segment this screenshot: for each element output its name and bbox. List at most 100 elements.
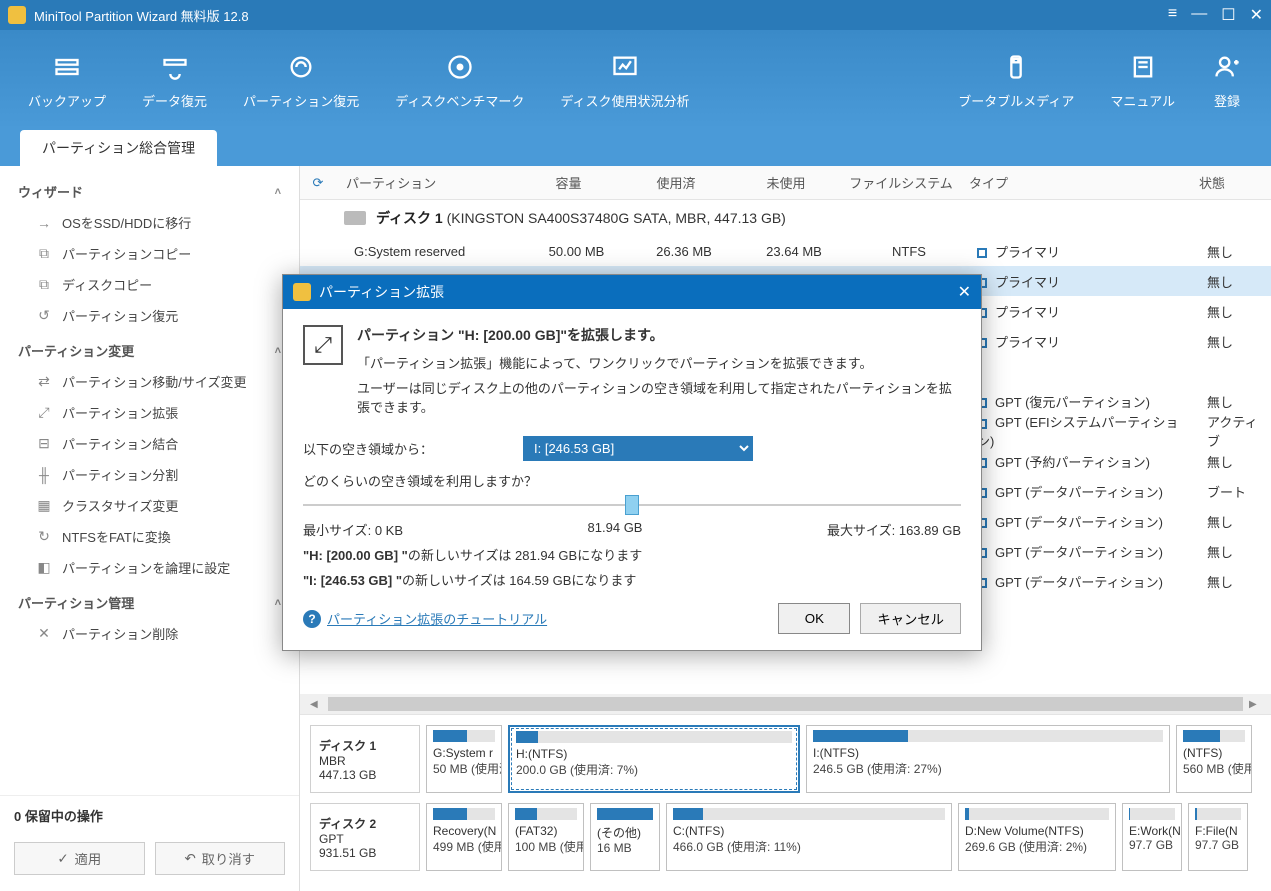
item-icon: ⇄ — [36, 373, 52, 390]
dialog-desc-1: 「パーティション拡張」機能によって、ワンクリックでパーティションを拡張できます。 — [357, 353, 961, 372]
manual-icon — [1127, 51, 1159, 83]
toolbar-usb[interactable]: ブータブルメディア — [940, 43, 1092, 118]
sidebar: ウィザード˄→OSをSSD/HDDに移行⧉パーティションコピー⧉ディスクコピー↺… — [0, 166, 300, 891]
dialog-desc-2: ユーザーは同じディスク上の他のパーティションの空き領域を利用して指定されたパーテ… — [357, 378, 961, 416]
col-partition[interactable]: パーティション — [336, 173, 516, 192]
item-icon: ⤢ — [36, 404, 52, 421]
cancel-button[interactable]: キャンセル — [860, 603, 961, 634]
disk-map-area: ディスク 1MBR447.13 GBG:System r50 MB (使用済:H… — [300, 714, 1271, 891]
disk-map-partition[interactable]: Recovery(N499 MB (使用済: — [426, 803, 502, 871]
toolbar-register[interactable]: 登録 — [1193, 43, 1261, 118]
toolbar-analyze[interactable]: ディスク使用状況分析 — [542, 43, 707, 118]
disk-map-partition[interactable]: D:New Volume(NTFS)269.6 GB (使用済: 2%) — [958, 803, 1116, 871]
app-title: MiniTool Partition Wizard 無料版 12.8 — [34, 6, 249, 25]
dialog-close-icon[interactable]: ✕ — [958, 282, 971, 302]
dialog-titlebar: パーティション拡張 ✕ — [283, 275, 981, 309]
dialog-heading: パーティション "H: [200.00 GB]"を拡張します。 — [357, 325, 961, 345]
disk-map-partition[interactable]: E:Work(N97.7 GB — [1122, 803, 1182, 871]
sidebar-item[interactable]: ✕パーティション削除 — [0, 618, 299, 649]
size-slider[interactable] — [303, 504, 961, 506]
item-icon: ◧ — [36, 559, 52, 576]
item-icon: ⧉ — [36, 276, 52, 293]
item-icon: ↺ — [36, 307, 52, 324]
grid-header: ⟳ パーティション 容量 使用済 未使用 ファイルシステム タイプ 状態 — [300, 166, 1271, 200]
horizontal-scrollbar[interactable]: ◀▶ — [300, 694, 1271, 714]
register-icon — [1211, 51, 1243, 83]
disk-1-header[interactable]: ディスク 1 (KINGSTON SA400S37480G SATA, MBR,… — [300, 200, 1271, 236]
col-filesystem[interactable]: ファイルシステム — [841, 173, 961, 192]
col-used[interactable]: 使用済 — [621, 173, 731, 192]
partrec-icon — [285, 51, 317, 83]
min-size: 最小サイズ: 0 KB — [303, 520, 403, 539]
backup-icon — [51, 51, 83, 83]
disk-map-partition[interactable]: I:(NTFS)246.5 GB (使用済: 27%) — [806, 725, 1170, 793]
bench-icon — [444, 51, 476, 83]
sidebar-item[interactable]: ⇄パーティション移動/サイズ変更 — [0, 366, 299, 397]
col-free[interactable]: 未使用 — [731, 173, 841, 192]
minimize-icon[interactable]: — — [1191, 5, 1207, 25]
col-status[interactable]: 状態 — [1191, 173, 1271, 192]
apply-button[interactable]: ✓適用 — [14, 842, 145, 875]
item-icon: ⧉ — [36, 245, 52, 262]
sidebar-item[interactable]: ◧パーティションを論理に設定 — [0, 552, 299, 583]
ok-button[interactable]: OK — [778, 603, 850, 634]
analyze-icon — [609, 51, 641, 83]
disk-map-partition[interactable]: (その他)16 MB — [590, 803, 660, 871]
dialog-title: パーティション拡張 — [319, 282, 444, 302]
slider-handle[interactable] — [625, 495, 639, 515]
disk-map-partition[interactable]: H:(NTFS)200.0 GB (使用済: 7%) — [508, 725, 800, 793]
disk-map-partition[interactable]: G:System r50 MB (使用済: — [426, 725, 502, 793]
section-header[interactable]: パーティション管理˄ — [0, 583, 299, 618]
sidebar-item[interactable]: →OSをSSD/HDDに移行 — [0, 207, 299, 238]
help-link[interactable]: ? パーティション拡張のチュートリアル — [303, 609, 547, 628]
menu-icon[interactable]: ≡ — [1168, 5, 1177, 25]
chevron-up-icon: ˄ — [275, 597, 281, 609]
partition-row[interactable]: G:System reserved50.00 MB26.36 MB23.64 M… — [300, 236, 1271, 266]
from-label: 以下の空き領域から： — [303, 439, 513, 458]
refresh-icon[interactable]: ⟳ — [300, 175, 336, 191]
sidebar-item[interactable]: ↺パーティション復元 — [0, 300, 299, 331]
pending-operations: 0 保留中の操作 — [0, 795, 299, 835]
section-header[interactable]: ウィザード˄ — [0, 172, 299, 207]
col-type[interactable]: タイプ — [961, 173, 1191, 192]
item-icon: ╫ — [36, 467, 52, 483]
expand-icon: ⤢ — [303, 325, 343, 365]
app-icon — [8, 6, 26, 24]
item-icon: ↻ — [36, 528, 52, 545]
main-toolbar: バックアップデータ復元パーティション復元ディスクベンチマークディスク使用状況分析… — [0, 30, 1271, 130]
toolbar-bench[interactable]: ディスクベンチマーク — [377, 43, 542, 118]
result-i: "I: [246.53 GB] "の新しいサイズは 164.59 GBになります — [303, 570, 961, 589]
sidebar-item[interactable]: ⊟パーティション結合 — [0, 428, 299, 459]
sidebar-item[interactable]: ⧉パーティションコピー — [0, 238, 299, 269]
disk-map-partition[interactable]: (NTFS)560 MB (使用済: — [1176, 725, 1252, 793]
disk-map-partition[interactable]: C:(NTFS)466.0 GB (使用済: 11%) — [666, 803, 952, 871]
toolbar-partrec[interactable]: パーティション復元 — [225, 43, 377, 118]
result-h: "H: [200.00 GB] "の新しいサイズは 281.94 GBになります — [303, 545, 961, 564]
sidebar-item[interactable]: ⤢パーティション拡張 — [0, 397, 299, 428]
sidebar-item[interactable]: ⧉ディスクコピー — [0, 269, 299, 300]
sidebar-item[interactable]: ▦クラスタサイズ変更 — [0, 490, 299, 521]
disk-map-partition[interactable]: F:File(N97.7 GB — [1188, 803, 1248, 871]
toolbar-backup[interactable]: バックアップ — [10, 43, 124, 118]
close-icon[interactable]: ✕ — [1250, 5, 1263, 25]
disk-map-label[interactable]: ディスク 1MBR447.13 GB — [310, 725, 420, 793]
maximize-icon[interactable]: ☐ — [1221, 5, 1235, 25]
toolbar-recover[interactable]: データ復元 — [124, 43, 225, 118]
recover-icon — [159, 51, 191, 83]
col-capacity[interactable]: 容量 — [516, 173, 621, 192]
sidebar-item[interactable]: ╫パーティション分割 — [0, 459, 299, 490]
source-partition-select[interactable]: I: [246.53 GB] — [523, 436, 753, 461]
disk-map-partition[interactable]: (FAT32)100 MB (使用済: — [508, 803, 584, 871]
current-size: 81.94 GB — [588, 520, 643, 539]
disk-map-label[interactable]: ディスク 2GPT931.51 GB — [310, 803, 420, 871]
sidebar-item[interactable]: ↻NTFSをFATに変換 — [0, 521, 299, 552]
help-icon: ? — [303, 610, 321, 628]
item-icon: ⊟ — [36, 435, 52, 452]
howmuch-label: どのくらいの空き領域を利用しますか？ — [303, 471, 961, 490]
usb-icon — [1000, 51, 1032, 83]
undo-button[interactable]: ↶取り消す — [155, 842, 286, 875]
chevron-up-icon: ˄ — [275, 345, 281, 357]
toolbar-manual[interactable]: マニュアル — [1092, 43, 1193, 118]
section-header[interactable]: パーティション変更˄ — [0, 331, 299, 366]
tab-partition-management[interactable]: パーティション総合管理 — [20, 130, 217, 166]
